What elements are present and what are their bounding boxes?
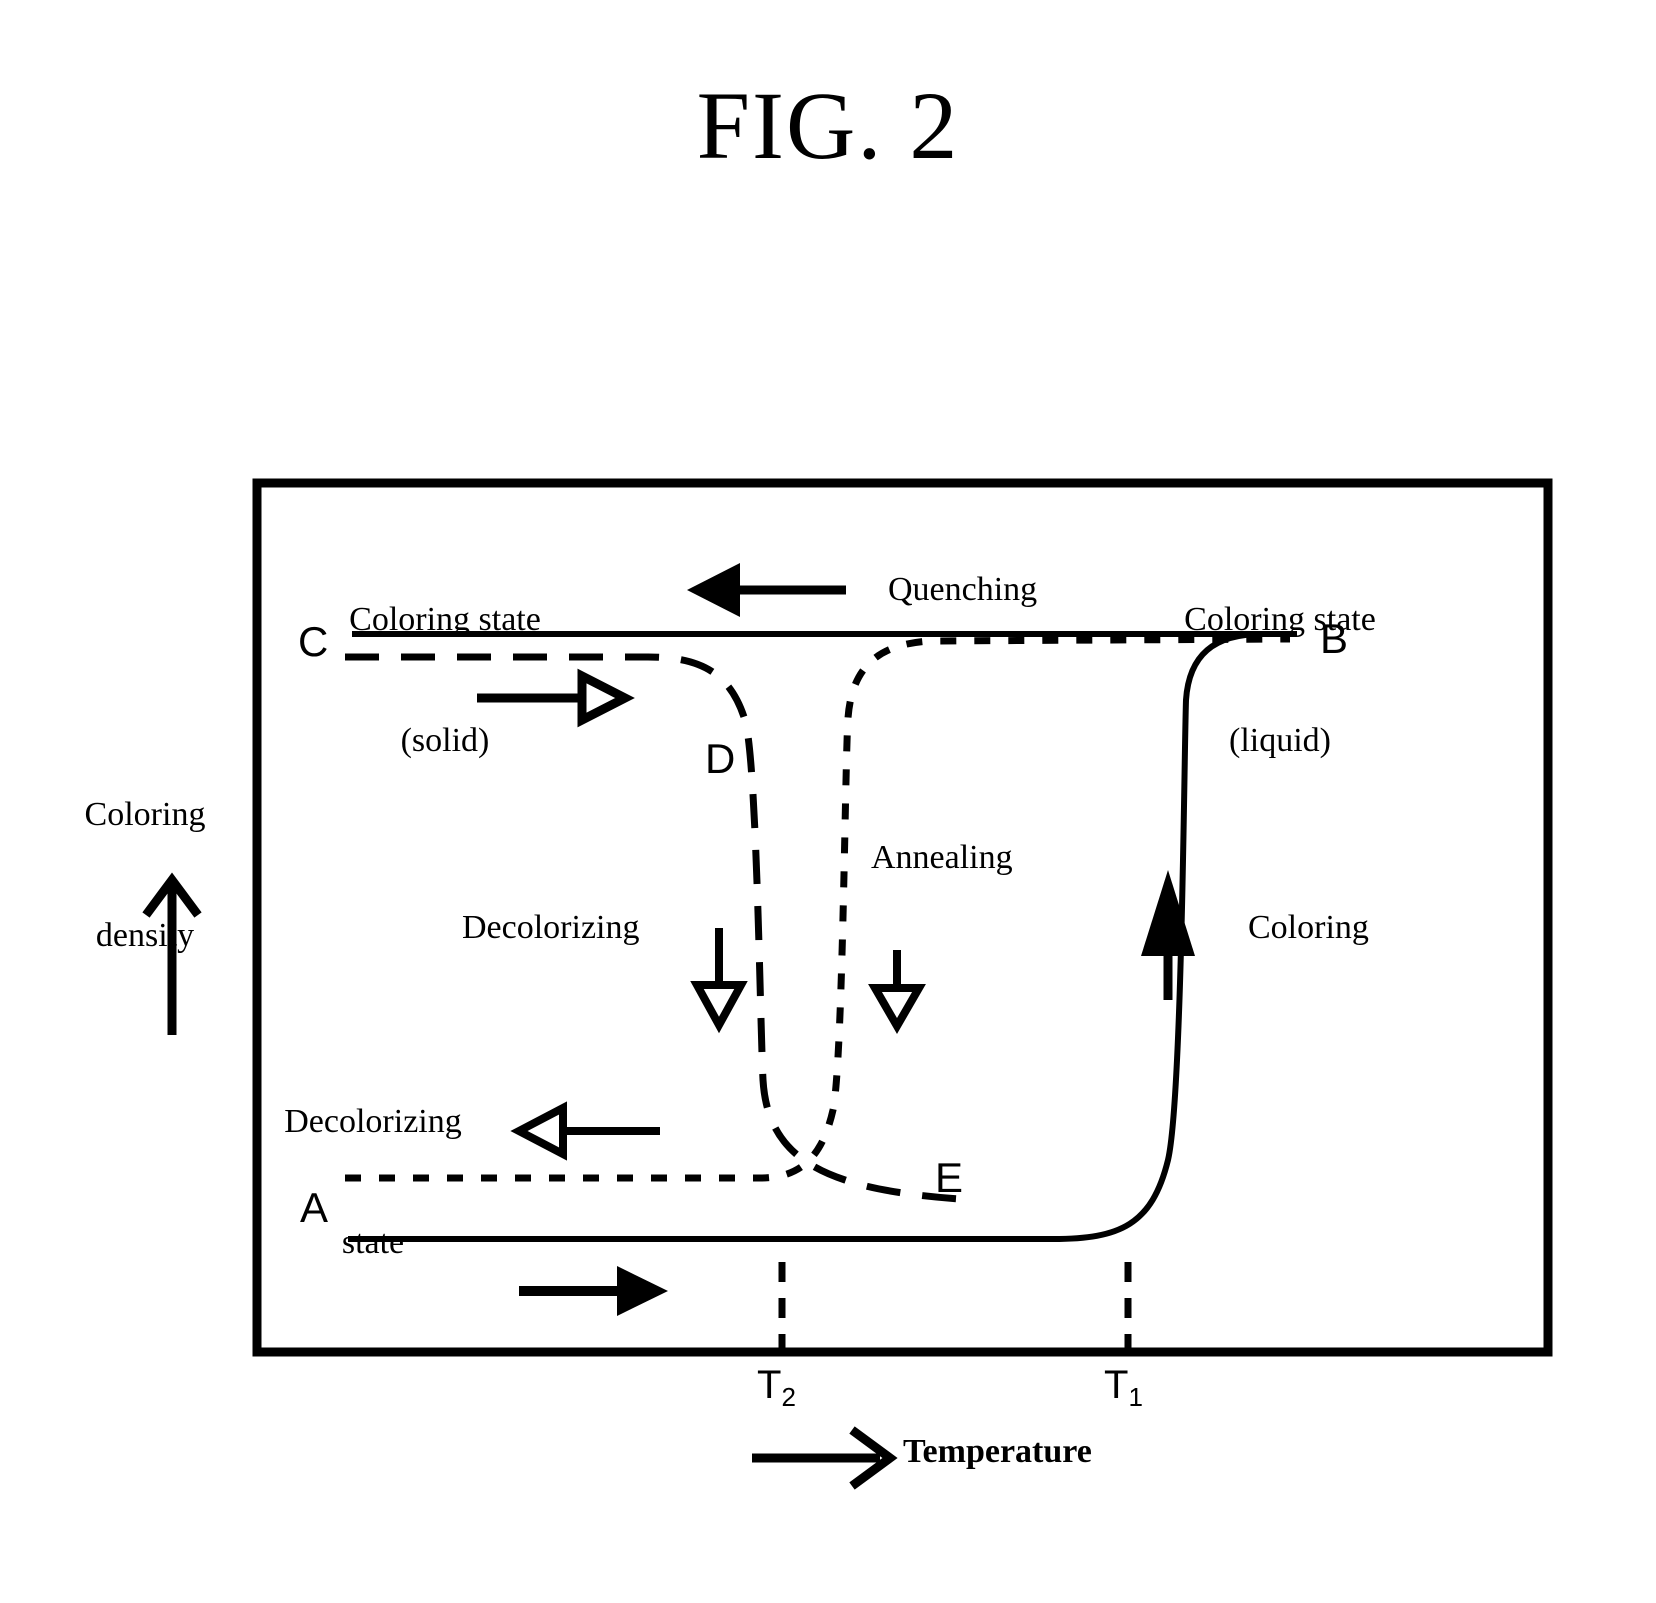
- decolorizing-state-left-arrow-icon: [510, 1101, 660, 1161]
- y-axis-label-line1: Coloring: [84, 796, 206, 834]
- point-label-e: E: [935, 1154, 964, 1201]
- decolorizing-state-line2: state: [341, 1223, 405, 1261]
- annealing-down-arrow-icon: [868, 950, 926, 1034]
- x-tick-t1-sub: 1: [1128, 1382, 1143, 1412]
- x-tick-t2-sub: 2: [781, 1382, 796, 1412]
- coloring-up-arrow-icon: [1141, 870, 1195, 1000]
- coloring-liquid-line1: Coloring state: [1184, 601, 1376, 639]
- y-axis-label-line2: density: [95, 916, 195, 954]
- x-axis-label: Temperature: [903, 1433, 1092, 1470]
- x-tick-t1-base: T: [1104, 1363, 1129, 1407]
- region-label-coloring-solid: Coloring state (solid): [300, 520, 590, 801]
- process-label-coloring: Coloring: [1248, 909, 1369, 946]
- process-label-decolorizing: Decolorizing: [462, 909, 640, 946]
- quenching-arrow-icon: [687, 563, 846, 617]
- coloring-direction-right-arrow-icon: [519, 1266, 668, 1316]
- region-label-decolorizing-state: Decolorizing state: [262, 1022, 484, 1303]
- point-label-b: B: [1320, 615, 1349, 662]
- x-tick-t2-base: T: [757, 1363, 782, 1407]
- region-label-coloring-liquid: Coloring state (liquid): [1135, 520, 1425, 801]
- decolorizing-down-arrow-icon: [690, 928, 748, 1034]
- x-axis-arrow-icon: [752, 1426, 898, 1490]
- y-axis-label: Coloring density: [20, 715, 270, 996]
- decolorizing-state-line1: Decolorizing: [284, 1103, 462, 1141]
- process-label-annealing: Annealing: [871, 839, 1013, 876]
- x-tick-label-t2: T2: [757, 1363, 796, 1410]
- coloring-solid-line2: (solid): [400, 721, 490, 759]
- point-label-a: A: [300, 1184, 329, 1231]
- x-tick-label-t1: T1: [1104, 1363, 1143, 1410]
- point-label-c: C: [298, 618, 329, 665]
- process-label-quenching: Quenching: [888, 571, 1038, 608]
- coloring-liquid-line2: (liquid): [1229, 721, 1331, 759]
- point-label-d: D: [705, 735, 736, 782]
- coloring-solid-line1: Coloring state: [349, 601, 541, 639]
